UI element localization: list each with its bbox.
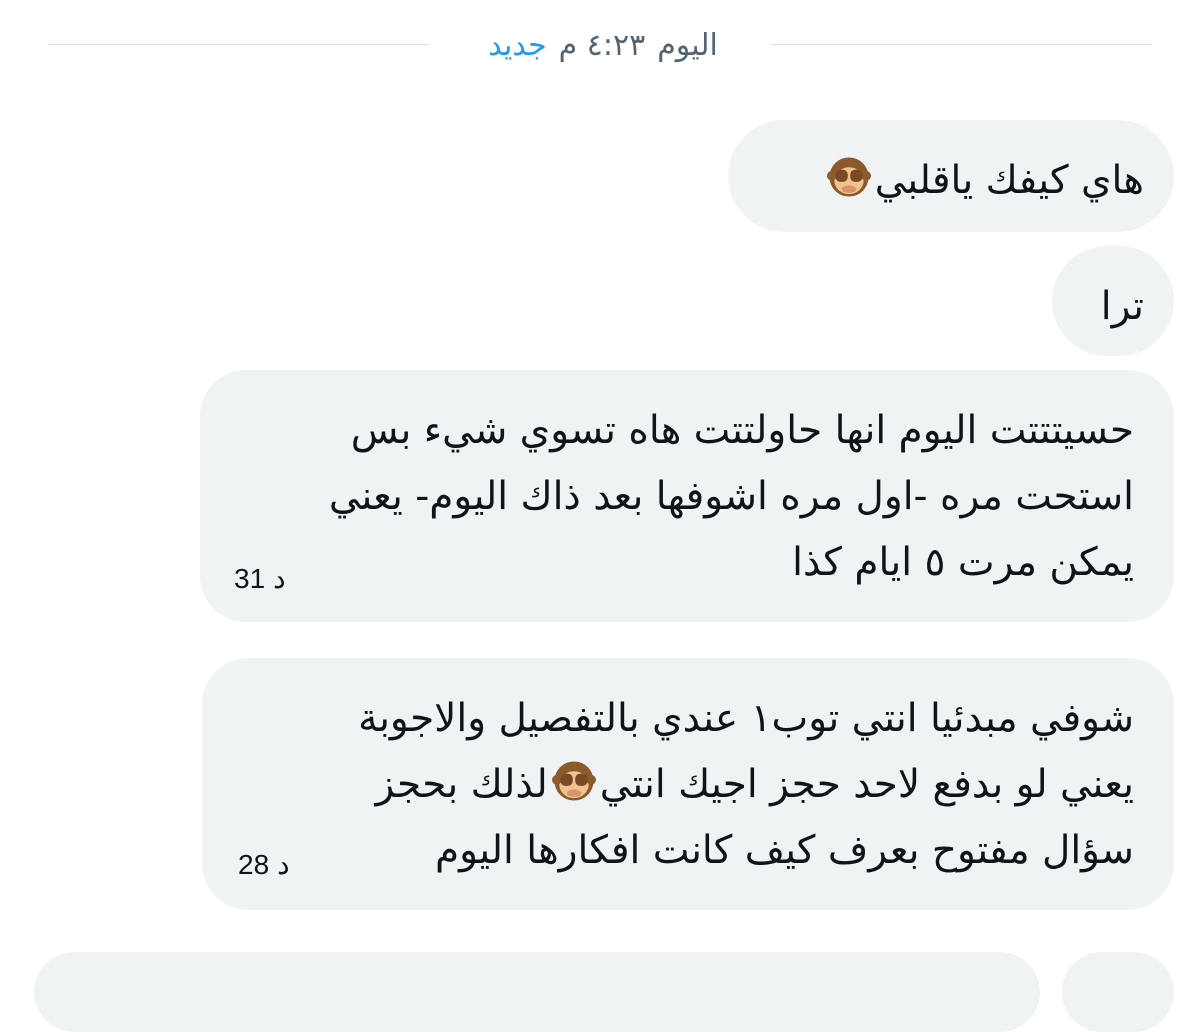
see-no-evil-monkey-icon (826, 157, 871, 197)
message-bubble[interactable]: هاي كيفك ياقلبي (728, 120, 1174, 232)
message-line: سؤال مفتوح بعرف كيف كانت افكارها اليوم (435, 828, 1134, 873)
divider-time: ٤:٢٣ م (558, 27, 646, 63)
message-bubble-partial[interactable] (1062, 952, 1174, 1032)
date-divider: اليوم ٤:٢٣ م جديد (48, 18, 1152, 72)
message-text: حسيتتتت اليوم انها حاولتتت هاه تسوي شيء … (240, 398, 1134, 596)
message-text: شوفي مبدئيا انتي توب١ عندي بالتفصيل والا… (242, 686, 1134, 884)
message-line: حسيتتتت اليوم انها حاولتتت هاه تسوي شيء … (350, 408, 1134, 453)
divider-line-left (48, 44, 428, 45)
divider-line-right (772, 44, 1152, 45)
message-bubble[interactable]: حسيتتتت اليوم انها حاولتتت هاه تسوي شيء … (200, 370, 1174, 622)
divider-day: اليوم (657, 27, 718, 63)
message-text: هاي كيفك ياقلبي (758, 148, 1144, 214)
message-line: استحت مره -اول مره اشوفها بعد ذاك اليوم-… (328, 474, 1134, 519)
message-line: يمكن مرت ٥ ايام كذا (792, 540, 1134, 585)
timestamp-unit: د (277, 849, 290, 880)
message-line: يعني لو بدفع لاحد حجز اجيك انتي (599, 762, 1134, 807)
message-timestamp: د 28 (238, 848, 290, 881)
new-messages-label: جديد (488, 27, 547, 63)
message-line: شوفي مبدئيا انتي توب١ عندي بالتفصيل والا… (358, 696, 1134, 741)
message-bubble[interactable]: شوفي مبدئيا انتي توب١ عندي بالتفصيل والا… (202, 658, 1174, 910)
message-line-continuation: لذلك بحجز (375, 762, 548, 807)
message-bubble-partial[interactable] (34, 952, 1040, 1032)
see-no-evil-monkey-icon (551, 761, 596, 801)
message-bubble[interactable]: ترا (1052, 246, 1174, 356)
timestamp-value: 31 (234, 563, 266, 594)
timestamp-unit: د (273, 563, 286, 594)
divider-label: اليوم ٤:٢٣ م جديد (458, 22, 748, 68)
message-text: ترا (1100, 284, 1144, 329)
message-timestamp: د 31 (234, 562, 286, 595)
timestamp-value: 28 (238, 849, 270, 880)
